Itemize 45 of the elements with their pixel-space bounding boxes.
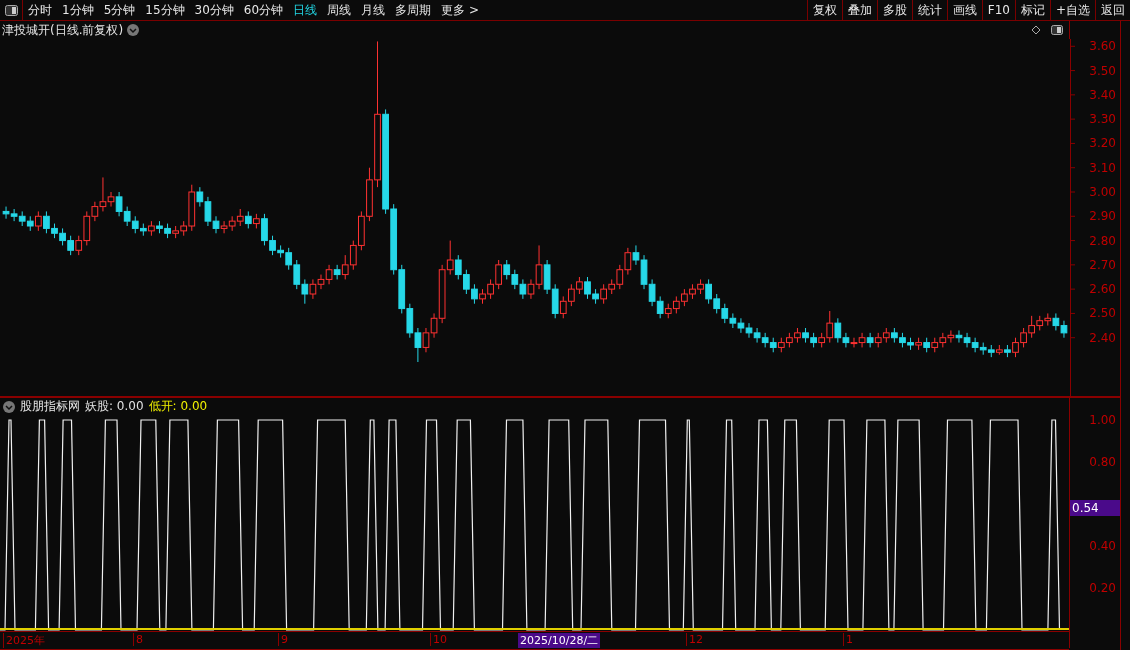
price-tick: 3.00 bbox=[1089, 185, 1116, 199]
period-tab[interactable]: 60分钟 bbox=[238, 1, 289, 19]
price-tick: 2.80 bbox=[1089, 233, 1116, 248]
price-tick: 3.60 bbox=[1089, 39, 1116, 54]
period-tab[interactable]: 分时 bbox=[23, 1, 57, 19]
date-label: 2025/10/28/二 bbox=[518, 633, 601, 648]
panel-toggle-icon[interactable] bbox=[1051, 25, 1063, 35]
indicator-value: 妖股: 0.00 bbox=[85, 398, 144, 415]
period-tab[interactable]: 5分钟 bbox=[98, 1, 141, 19]
price-tick: 2.60 bbox=[1089, 282, 1116, 297]
period-tab[interactable]: 月线 bbox=[356, 1, 391, 19]
period-tab[interactable]: 15分钟 bbox=[140, 1, 190, 19]
indicator-tick: 1.00 bbox=[1089, 413, 1116, 427]
period-tab[interactable]: 更多 > bbox=[436, 1, 484, 19]
price-tick: 2.90 bbox=[1089, 209, 1116, 224]
indicator-tick: 0.20 bbox=[1089, 581, 1116, 595]
price-tick: 3.20 bbox=[1089, 136, 1116, 151]
date-label: 12 bbox=[686, 633, 705, 646]
indicator-name: 股朋指标网 bbox=[20, 398, 80, 415]
price-tick: 3.40 bbox=[1089, 87, 1116, 102]
dropdown-icon[interactable] bbox=[127, 24, 140, 36]
date-label: 1 bbox=[843, 633, 855, 646]
price-tick: 2.50 bbox=[1089, 306, 1116, 321]
diamond-icon[interactable] bbox=[1031, 25, 1041, 35]
price-tick: 2.40 bbox=[1089, 330, 1116, 345]
price-tick: 3.50 bbox=[1089, 63, 1116, 78]
date-label: 8 bbox=[133, 633, 145, 646]
period-tab[interactable]: 多周期 bbox=[390, 1, 437, 19]
cursor-value: 0.54 bbox=[1070, 500, 1120, 516]
indicator-tick: 0.40 bbox=[1089, 539, 1116, 553]
panel-toggle-icon[interactable] bbox=[4, 4, 18, 16]
period-tab[interactable]: 1分钟 bbox=[57, 1, 99, 19]
chart-title: 津投城开(日线.前复权) bbox=[2, 21, 124, 39]
period-tab[interactable]: 30分钟 bbox=[189, 1, 239, 19]
price-tick: 3.30 bbox=[1089, 112, 1116, 127]
date-label: 10 bbox=[430, 633, 449, 646]
price-tick: 2.70 bbox=[1089, 257, 1116, 272]
dropdown-icon[interactable] bbox=[3, 400, 15, 413]
date-label: 2025年 bbox=[3, 633, 47, 648]
period-tab[interactable]: 日线 bbox=[288, 1, 323, 19]
indicator-value: 低开: 0.00 bbox=[148, 398, 208, 415]
indicator-tick: 0.80 bbox=[1089, 455, 1116, 469]
date-label: 9 bbox=[278, 633, 290, 646]
price-tick: 3.10 bbox=[1089, 160, 1116, 175]
period-tab[interactable]: 周线 bbox=[322, 1, 357, 19]
